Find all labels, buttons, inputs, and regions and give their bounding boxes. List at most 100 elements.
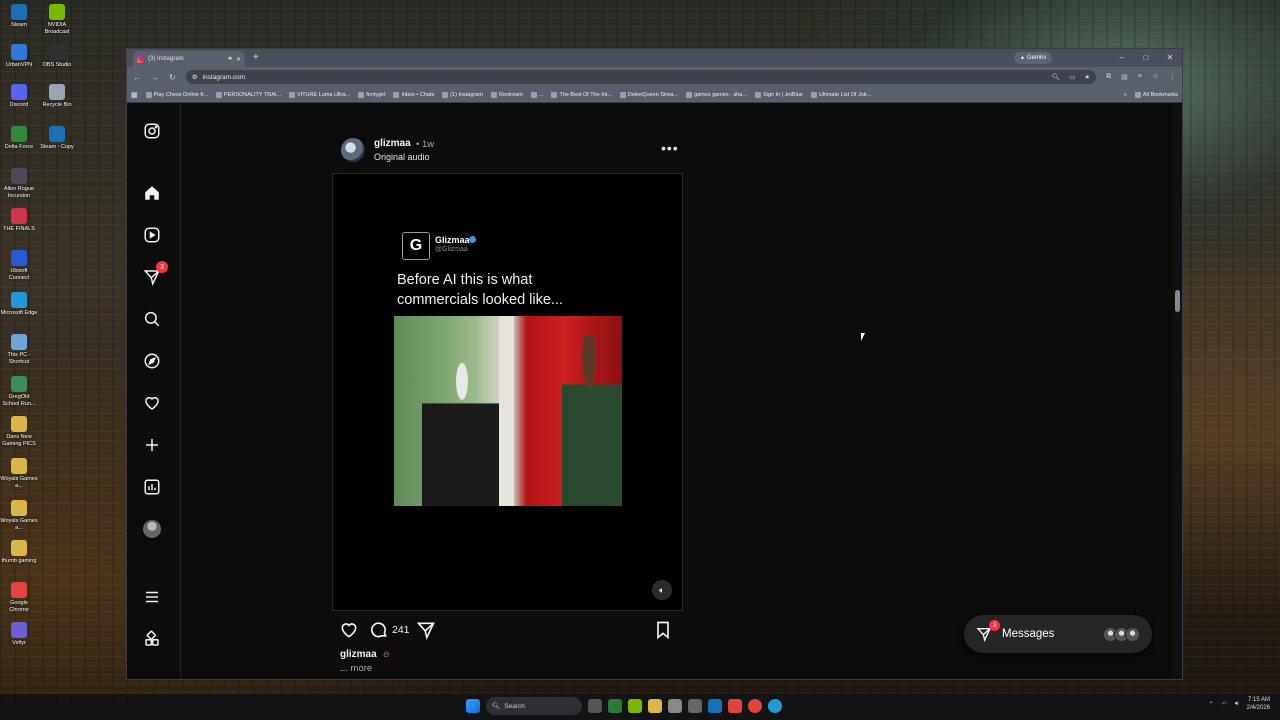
desktop-icon[interactable]: THE FINALS <box>0 208 38 233</box>
bookmark-item[interactable]: PERSONALITY TRAI... <box>216 91 281 98</box>
reload-icon[interactable]: ↻ <box>169 73 176 82</box>
like-icon[interactable] <box>339 620 359 640</box>
bookmark-item[interactable]: Sign In | JetBlue <box>754 91 803 98</box>
bookmark-item[interactable]: games games - sha... <box>686 91 747 98</box>
media-player-icon[interactable] <box>608 699 622 713</box>
app-icon[interactable] <box>728 699 742 713</box>
create-icon[interactable] <box>143 436 161 454</box>
edge-icon[interactable] <box>768 699 782 713</box>
clock[interactable]: 7:15 AM 2/4/2026 <box>1247 696 1270 712</box>
desktop-icon[interactable]: Woyals Games a... <box>0 500 38 532</box>
instagram-logo-icon[interactable] <box>143 122 161 140</box>
desktop-icon[interactable]: OBS Studio <box>38 44 76 69</box>
bookmark-item[interactable]: ... <box>530 91 543 98</box>
caption-username[interactable]: glizmaa <box>340 649 377 660</box>
extensions-icon[interactable]: ⧉ <box>1106 73 1111 81</box>
menu-icon[interactable] <box>143 588 161 606</box>
dashboard-icon[interactable] <box>143 478 161 496</box>
desktop-icon[interactable]: Ubisoft Connect <box>0 250 38 282</box>
tray-chevron-icon[interactable]: ⌃ <box>1209 701 1214 708</box>
all-bookmarks-button[interactable]: All Bookmarks <box>1134 91 1178 98</box>
desktop-icon[interactable]: Allen Rogue Incursion <box>0 168 38 200</box>
share-icon[interactable] <box>416 620 436 640</box>
profile-avatar[interactable] <box>143 520 161 538</box>
desktop-icon[interactable]: Google Chrome <box>0 582 38 614</box>
heart-icon[interactable] <box>143 394 161 412</box>
desktop-icon[interactable]: Recycle Bin <box>38 84 76 109</box>
tab-instagram[interactable]: (3) Instagram 🔊︎ ✕ <box>133 51 245 67</box>
desktop-icon[interactable]: UrbanVPN <box>0 44 38 69</box>
site-info-icon[interactable]: ⚙︎ <box>192 73 198 81</box>
media-icon[interactable]: ≡ <box>1138 73 1142 81</box>
also-from-meta-icon[interactable] <box>143 630 161 648</box>
desktop-icon[interactable]: Microsoft Edge <box>0 292 38 317</box>
scrollbar[interactable] <box>1173 104 1182 679</box>
comment-icon[interactable] <box>369 620 389 640</box>
desktop-icon[interactable]: Delta Force <box>0 126 38 151</box>
minimize-button[interactable]: – <box>1110 49 1134 67</box>
forward-icon[interactable]: → <box>151 73 159 82</box>
volume-icon[interactable]: 🔊︎ <box>1235 701 1239 708</box>
maximize-button[interactable]: □ <box>1134 49 1158 67</box>
settings-icon[interactable] <box>688 699 702 713</box>
back-icon[interactable]: ← <box>133 73 141 82</box>
file-explorer-icon[interactable] <box>648 699 662 713</box>
desktop-icon[interactable]: This PC - Shortcut <box>0 334 38 366</box>
profile-icon[interactable]: ☺ <box>1152 73 1159 81</box>
tab-close-icon[interactable]: ✕ <box>236 56 241 63</box>
reels-icon[interactable] <box>143 226 161 244</box>
avatar[interactable] <box>341 138 365 162</box>
audio-toggle-icon[interactable]: 🔈︎ <box>652 580 672 600</box>
steam-icon[interactable] <box>708 699 722 713</box>
cast-icon[interactable]: ▭ <box>1069 73 1075 81</box>
speaker-icon[interactable]: 🔊︎ <box>228 56 232 63</box>
start-icon[interactable] <box>466 699 480 713</box>
kebab-menu-icon[interactable]: ⋮ <box>1169 73 1176 81</box>
desktop-icon[interactable]: thumb gaming <box>0 540 38 565</box>
desktop-icon[interactable]: Woyals Games a... <box>0 458 38 490</box>
task-view-icon[interactable] <box>588 699 602 713</box>
post-username[interactable]: glizmaa <box>374 138 411 149</box>
bookmarks-overflow-icon[interactable]: » <box>1124 92 1127 98</box>
taskbar-search[interactable]: 🔍︎ Search <box>486 697 582 715</box>
new-tab-button[interactable]: + <box>253 52 259 63</box>
nvidia-icon[interactable] <box>628 699 642 713</box>
bookmark-item[interactable]: Ultimate List Of Jok... <box>810 91 871 98</box>
desktop-icon[interactable]: NVIDIA Broadcast <box>38 4 76 36</box>
desktop-icon[interactable]: Veltyr <box>0 622 38 647</box>
messages-button[interactable]: 3 Messages <box>964 615 1152 653</box>
bookmark-item[interactable]: Inbox • Chats <box>393 91 434 98</box>
comment-count[interactable]: 241 <box>392 624 410 636</box>
post-time[interactable]: • 1w <box>416 139 434 150</box>
bookmark-item[interactable]: (1) Instagram <box>442 91 483 98</box>
desktop-icon[interactable]: Dans New Gaming PICS <box>0 416 38 448</box>
desktop-icon[interactable]: Steam - Copy <box>38 126 76 151</box>
save-icon[interactable] <box>653 620 673 640</box>
direct-icon[interactable]: 3 <box>143 261 168 286</box>
more-options-icon[interactable]: ••• <box>661 140 679 156</box>
store-icon[interactable] <box>668 699 682 713</box>
bookmark-item[interactable]: DelenQueen Strea... <box>619 91 678 98</box>
bookmark-item[interactable]: VITURE Luma Ultra... <box>289 91 350 98</box>
bookmark-item[interactable]: The Best Of The Int... <box>551 91 612 98</box>
gemini-button[interactable]: ✦ Gemini <box>1013 52 1052 64</box>
sidepanel-icon[interactable]: ▤ <box>1121 73 1128 81</box>
more-link[interactable]: ... more <box>340 663 372 674</box>
apps-icon[interactable]: ▦ <box>131 91 138 99</box>
bookmark-star-icon[interactable]: ★ <box>1084 73 1090 81</box>
desktop-icon[interactable]: Steam <box>0 4 38 29</box>
bookmark-item[interactable]: Restream <box>490 91 523 98</box>
zoom-icon[interactable]: 🔍︎ <box>1052 73 1060 81</box>
desktop-icon[interactable]: GregOld School Run... <box>0 376 38 408</box>
post-media[interactable]: G Glizmaa @Glizmaa Before AI this is wha… <box>332 173 683 611</box>
chrome-icon[interactable] <box>748 699 762 713</box>
address-bar[interactable]: ⚙︎ instagram.com 🔍︎ ▭ ★ <box>185 70 1097 84</box>
explore-icon[interactable] <box>143 352 161 370</box>
bookmark-item[interactable]: fentygirl <box>358 91 385 98</box>
audio-link[interactable]: Original audio <box>374 152 430 162</box>
bookmark-item[interactable]: Play Chess Online fr... <box>145 91 208 98</box>
wifi-icon[interactable]: ◠ <box>1222 701 1227 708</box>
desktop-icon[interactable]: Discord <box>0 84 38 109</box>
search-icon[interactable] <box>143 310 161 328</box>
home-icon[interactable] <box>143 184 161 202</box>
